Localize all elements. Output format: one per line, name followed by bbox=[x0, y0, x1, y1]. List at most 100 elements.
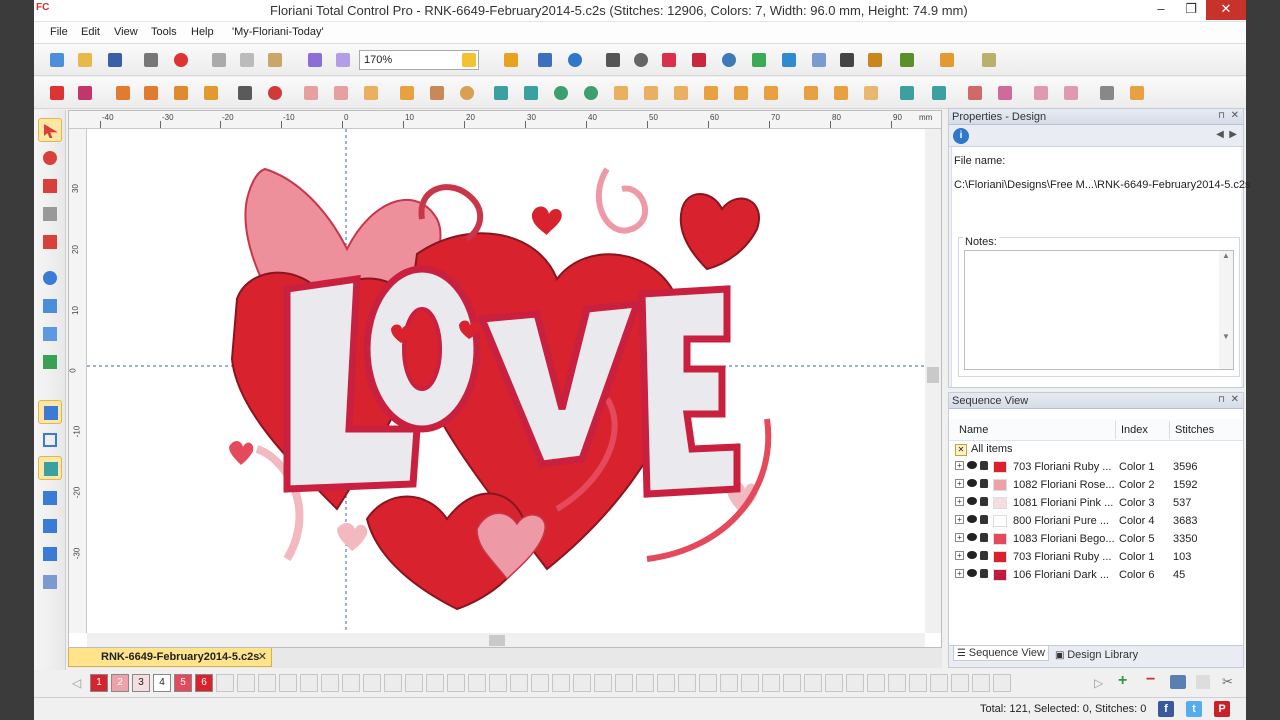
lasso-select-icon[interactable] bbox=[38, 146, 62, 170]
sequence-row[interactable]: +800 Floriani Pure ... Color 4 3683 bbox=[949, 513, 1243, 531]
color-swatch[interactable]: 5 bbox=[174, 674, 192, 692]
display-icon[interactable] bbox=[1196, 675, 1210, 689]
eye-icon[interactable] bbox=[967, 497, 977, 505]
zoom-icon[interactable] bbox=[38, 266, 62, 290]
scroll-right-icon[interactable]: ▷ bbox=[1094, 676, 1103, 690]
sequence-row[interactable]: +703 Floriani Ruby ... Color 1 103 bbox=[949, 549, 1243, 567]
align-top-icon[interactable] bbox=[640, 82, 662, 104]
rotate-right-icon[interactable] bbox=[580, 82, 602, 104]
grid-icon[interactable] bbox=[38, 428, 62, 452]
node-select-icon[interactable] bbox=[38, 230, 62, 254]
align-center-icon[interactable] bbox=[760, 82, 782, 104]
panel-nav-arrows-icon[interactable]: ◀ ▶ bbox=[1216, 129, 1237, 140]
ring-icon[interactable] bbox=[456, 82, 478, 104]
point-select-icon[interactable] bbox=[38, 174, 62, 198]
color-swatch[interactable]: 4 bbox=[153, 674, 171, 692]
zigzag-icon[interactable] bbox=[602, 49, 624, 71]
close-tab-icon[interactable]: ✕ bbox=[258, 650, 267, 663]
center-icon[interactable] bbox=[264, 82, 286, 104]
mirror-icon[interactable] bbox=[490, 82, 512, 104]
grid-fill-icon[interactable] bbox=[426, 82, 448, 104]
magic-wand-icon[interactable] bbox=[978, 49, 1000, 71]
pan-hand-icon[interactable] bbox=[38, 294, 62, 318]
horizontal-scrollbar[interactable] bbox=[87, 633, 925, 647]
menu-view[interactable]: View bbox=[114, 26, 138, 38]
expand-icon[interactable]: + bbox=[955, 569, 964, 578]
order-1-icon[interactable] bbox=[800, 82, 822, 104]
shape-tool-4-icon[interactable] bbox=[200, 82, 222, 104]
scroll-left-icon[interactable]: ◁ bbox=[72, 676, 81, 690]
sequence-row[interactable]: +1083 Floriani Bego... Color 5 3350 bbox=[949, 531, 1243, 549]
text-cursor-icon[interactable] bbox=[38, 514, 62, 538]
horizontal-scroll-thumb[interactable] bbox=[489, 635, 505, 646]
info-icon[interactable] bbox=[564, 49, 586, 71]
background-icon[interactable] bbox=[38, 570, 62, 594]
cut-icon[interactable] bbox=[208, 49, 230, 71]
stitch-view-icon[interactable] bbox=[38, 456, 62, 480]
spiral-icon[interactable] bbox=[808, 49, 830, 71]
expand-icon[interactable]: + bbox=[955, 515, 964, 524]
eye-icon[interactable] bbox=[967, 551, 977, 559]
lock-icon[interactable] bbox=[980, 479, 988, 488]
order-2-icon[interactable] bbox=[830, 82, 852, 104]
sequence-row[interactable]: +1082 Floriani Rose... Color 2 1592 bbox=[949, 477, 1243, 495]
remove-color-icon[interactable]: − bbox=[1146, 671, 1155, 689]
space-vertical-icon[interactable] bbox=[928, 82, 950, 104]
rotate-left-icon[interactable] bbox=[550, 82, 572, 104]
lock-icon[interactable] bbox=[980, 515, 988, 524]
maximize-button[interactable]: ❐ bbox=[1176, 0, 1206, 20]
applique-icon[interactable] bbox=[936, 49, 958, 71]
column-stitches[interactable]: Stitches bbox=[1175, 424, 1214, 436]
sequence-row[interactable]: +703 Floriani Ruby ... Color 1 3596 bbox=[949, 459, 1243, 477]
align-left-icon[interactable] bbox=[610, 82, 632, 104]
group-icon[interactable] bbox=[300, 82, 322, 104]
loop-icon[interactable] bbox=[630, 49, 652, 71]
undo-icon[interactable] bbox=[304, 49, 326, 71]
3d-view-icon[interactable] bbox=[38, 400, 62, 424]
stitch-out-icon[interactable] bbox=[170, 49, 192, 71]
new-file-icon[interactable] bbox=[46, 49, 68, 71]
measure-icon[interactable] bbox=[38, 322, 62, 346]
expand-icon[interactable]: + bbox=[955, 461, 964, 470]
satin-heart-icon[interactable] bbox=[688, 49, 710, 71]
hoop-view-icon[interactable] bbox=[38, 542, 62, 566]
redo-icon[interactable] bbox=[332, 49, 354, 71]
info-icon[interactable]: i bbox=[953, 128, 969, 144]
expand-icon[interactable]: + bbox=[955, 497, 964, 506]
lock-icon[interactable] bbox=[980, 533, 988, 542]
twitter-icon[interactable]: t bbox=[1186, 701, 1202, 717]
menu-my-floriani-today[interactable]: 'My-Floriani-Today' bbox=[232, 26, 324, 38]
select-arrow-icon[interactable] bbox=[38, 118, 62, 142]
align-center-v-icon[interactable] bbox=[700, 82, 722, 104]
copy-icon[interactable] bbox=[236, 49, 258, 71]
combine-icon[interactable] bbox=[396, 82, 418, 104]
print-icon[interactable] bbox=[140, 49, 162, 71]
node-edit-icon[interactable] bbox=[234, 82, 256, 104]
eye-icon[interactable] bbox=[967, 461, 977, 469]
bounding-box-icon[interactable] bbox=[360, 82, 382, 104]
wand-icon[interactable] bbox=[896, 49, 918, 71]
eraser-icon[interactable] bbox=[1126, 82, 1148, 104]
sunburst-icon[interactable] bbox=[748, 49, 770, 71]
expand-icon[interactable]: + bbox=[955, 533, 964, 542]
color-swatch[interactable]: 6 bbox=[195, 674, 213, 692]
vertical-scrollbar[interactable] bbox=[925, 129, 941, 633]
traffic-light-icon[interactable] bbox=[458, 49, 480, 71]
eye-icon[interactable] bbox=[967, 569, 977, 577]
eye-icon[interactable] bbox=[967, 533, 977, 541]
pin-icon[interactable]: ⊓ bbox=[1218, 110, 1225, 121]
close-panel-icon[interactable]: ✕ bbox=[1231, 110, 1239, 121]
color-swatch[interactable]: 1 bbox=[90, 674, 108, 692]
app-icon[interactable]: FC bbox=[36, 2, 54, 18]
fan-icon[interactable] bbox=[778, 49, 800, 71]
menu-tools[interactable]: Tools bbox=[151, 26, 177, 38]
paperclip-icon[interactable] bbox=[1096, 82, 1118, 104]
open-folder-icon[interactable] bbox=[74, 49, 96, 71]
cross-stitch-icon[interactable] bbox=[836, 49, 858, 71]
circle-pattern-icon[interactable] bbox=[718, 49, 740, 71]
color-swatch[interactable]: 2 bbox=[111, 674, 129, 692]
save-icon[interactable] bbox=[104, 49, 126, 71]
trim-icon[interactable] bbox=[1060, 82, 1082, 104]
lock-icon[interactable] bbox=[980, 497, 988, 506]
scissors-icon[interactable]: ✂ bbox=[1222, 674, 1233, 690]
